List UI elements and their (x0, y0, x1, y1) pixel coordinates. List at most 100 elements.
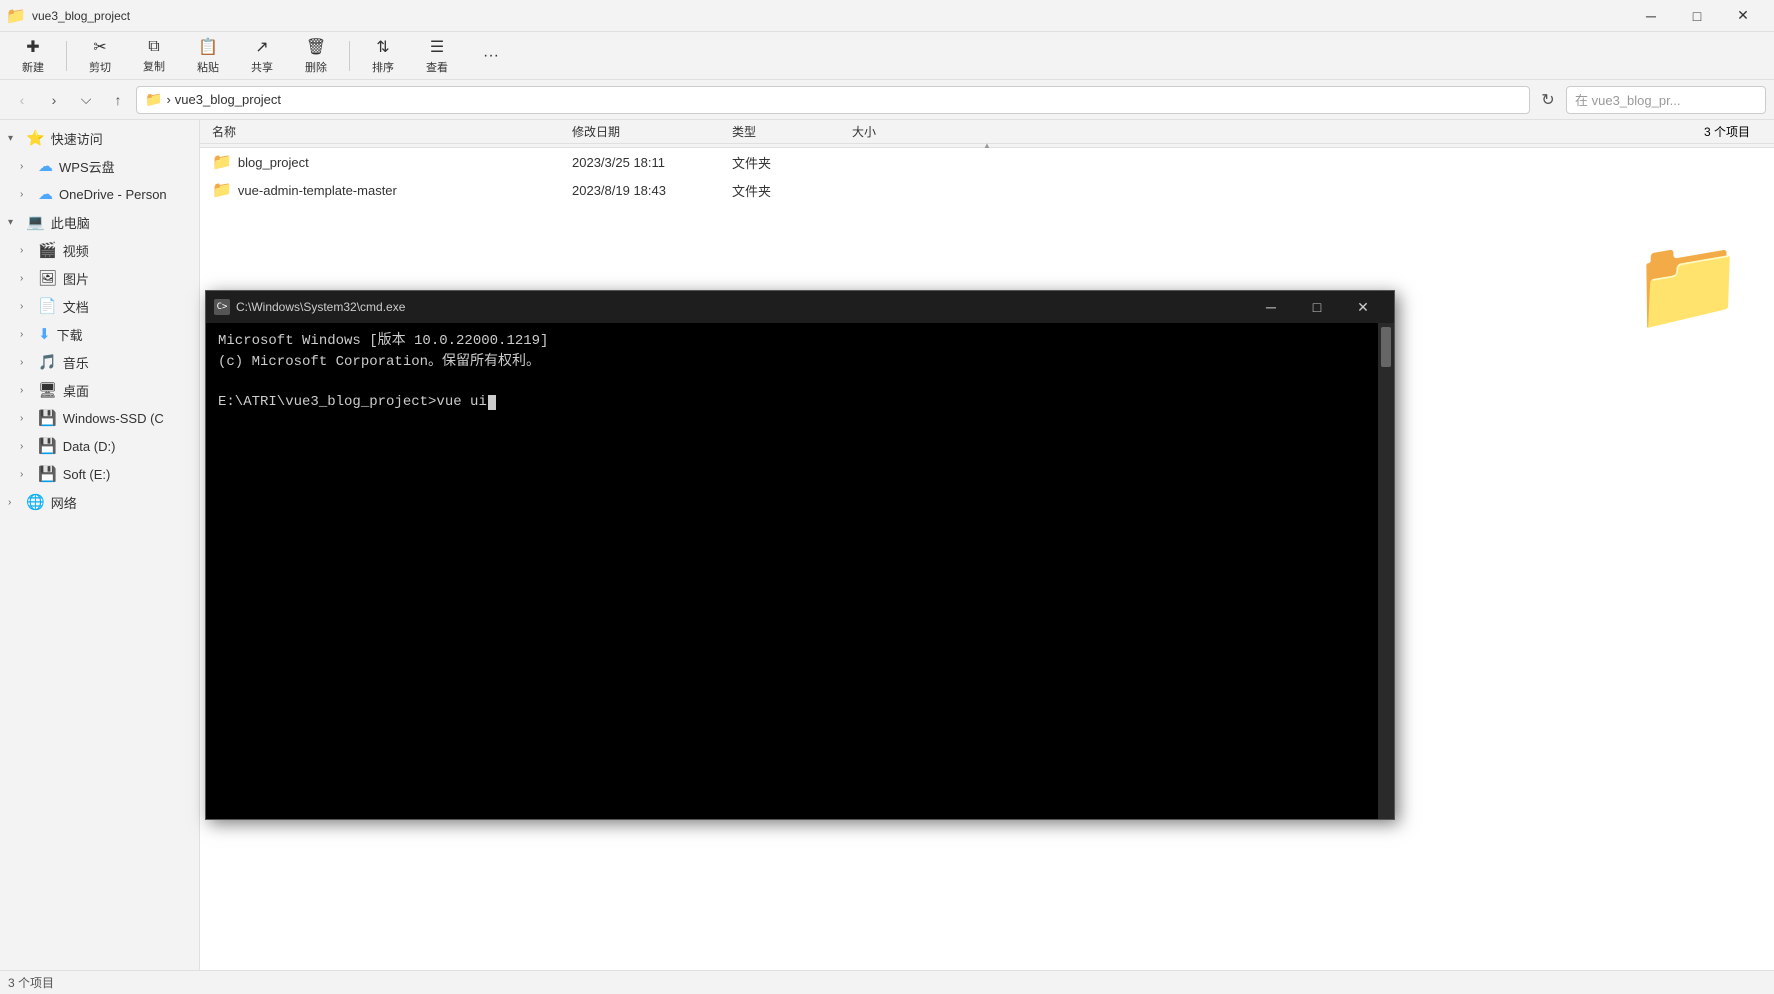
col-header-date[interactable]: 修改日期 (568, 123, 728, 140)
quick-access-icon: ⭐ (26, 129, 45, 147)
col-header-type[interactable]: 类型 (728, 123, 848, 140)
music-icon: 🎵 (38, 353, 57, 371)
delete-icon: 🗑 (306, 37, 326, 57)
file-date-blog: 2023/3/25 18:11 (568, 155, 728, 170)
title-bar: 📁 vue3_blog_project ─ □ ✕ (0, 0, 1774, 32)
share-button[interactable]: ↗ 共享 (237, 33, 287, 79)
up-button[interactable]: ↑ (104, 86, 132, 114)
close-button[interactable]: ✕ (1720, 0, 1766, 32)
cmd-body[interactable]: Microsoft Windows [版本 10.0.22000.1219] (… (206, 323, 1394, 819)
recent-button[interactable]: ⌵ (72, 86, 100, 114)
sidebar-item-data-d[interactable]: › 💾 Data (D:) (0, 432, 199, 460)
cut-icon: ✂ (93, 37, 106, 57)
sidebar-item-pictures[interactable]: › 🖼 图片 (0, 264, 199, 292)
chevron-right-icon11: › (20, 469, 32, 480)
chevron-right-icon6: › (20, 329, 32, 340)
maximize-button[interactable]: □ (1674, 0, 1720, 32)
search-placeholder: 在 vue3_blog_pr... (1575, 90, 1681, 109)
col-header-size[interactable]: 大小 (848, 123, 948, 140)
sidebar-label-wps: WPS云盘 (59, 157, 115, 176)
pictures-icon: 🖼 (38, 269, 57, 287)
col-header-name[interactable]: 名称 (208, 123, 568, 140)
sidebar-label-quick-access: 快速访问 (51, 129, 103, 148)
sidebar-label-desktop: 桌面 (63, 381, 89, 400)
sidebar-item-this-pc[interactable]: ▾ 💻 此电脑 (0, 208, 199, 236)
address-path[interactable]: 📁 › vue3_blog_project (136, 86, 1530, 114)
refresh-button[interactable]: ↻ (1534, 86, 1562, 114)
view-button[interactable]: ☰ 查看 (412, 33, 462, 79)
chevron-right-icon10: › (20, 441, 32, 452)
copy-label: 复制 (143, 58, 165, 74)
folder-preview: 📁 (1632, 240, 1744, 330)
new-icon: ✚ (26, 37, 39, 57)
sidebar-item-wps[interactable]: › ☁ WPS云盘 (0, 152, 199, 180)
folder-icon: 📁 (212, 152, 232, 172)
windows-ssd-icon: 💾 (38, 409, 57, 427)
cmd-prompt-text: E:\ATRI\vue3_blog_project>vue ui (218, 394, 487, 410)
chevron-down-icon: ▾ (8, 133, 20, 144)
view-icon: ☰ (430, 37, 444, 57)
status-bar: 3 个项目 (0, 970, 1774, 994)
sidebar-item-windows-ssd[interactable]: › 💾 Windows-SSD (C (0, 404, 199, 432)
sidebar-label-pictures: 图片 (63, 269, 89, 288)
file-type-blog: 文件夹 (728, 153, 848, 172)
this-pc-icon: 💻 (26, 213, 45, 231)
sort-button[interactable]: ⇅ 排序 (358, 33, 408, 79)
cmd-controls: ─ □ ✕ (1248, 291, 1386, 323)
sort-icon: ⇅ (376, 37, 389, 57)
sidebar-label-documents: 文档 (63, 297, 89, 316)
sidebar-item-soft-e[interactable]: › 💾 Soft (E:) (0, 460, 199, 488)
minimize-button[interactable]: ─ (1628, 0, 1674, 32)
paste-label: 粘贴 (197, 59, 219, 75)
chevron-down-icon2: ▾ (8, 217, 20, 228)
file-name-blog: 📁 blog_project (208, 152, 568, 172)
more-button[interactable]: ··· (466, 43, 516, 69)
sidebar-item-music[interactable]: › 🎵 音乐 (0, 348, 199, 376)
sidebar-item-onedrive[interactable]: › ☁ OneDrive - Person (0, 180, 199, 208)
sidebar-item-video[interactable]: › 🎬 视频 (0, 236, 199, 264)
toolbar-sep1 (66, 41, 67, 71)
sidebar-label-video: 视频 (63, 241, 89, 260)
delete-label: 删除 (305, 59, 327, 75)
desktop-icon: 🖥 (38, 381, 57, 399)
cut-label: 剪切 (89, 59, 111, 75)
chevron-right-icon5: › (20, 301, 32, 312)
documents-icon: 📄 (38, 297, 57, 315)
cmd-minimize-button[interactable]: ─ (1248, 291, 1294, 323)
chevron-right-icon7: › (20, 357, 32, 368)
back-button[interactable]: ‹ (8, 86, 36, 114)
new-label: 新建 (22, 59, 44, 75)
delete-button[interactable]: 🗑 删除 (291, 33, 341, 79)
forward-button[interactable]: › (40, 86, 68, 114)
folder-icon2: 📁 (212, 180, 232, 200)
sidebar-item-downloads[interactable]: › ⬇ 下载 (0, 320, 199, 348)
share-label: 共享 (251, 59, 273, 75)
search-box[interactable]: 在 vue3_blog_pr... (1566, 86, 1766, 114)
table-row[interactable]: 📁 blog_project 2023/3/25 18:11 文件夹 (200, 148, 1774, 176)
chevron-right-icon4: › (20, 273, 32, 284)
sidebar-item-documents[interactable]: › 📄 文档 (0, 292, 199, 320)
cut-button[interactable]: ✂ 剪切 (75, 33, 125, 79)
chevron-right-icon2: › (20, 189, 32, 200)
cmd-close-button[interactable]: ✕ (1340, 291, 1386, 323)
new-button[interactable]: ✚ 新建 (8, 33, 58, 79)
table-row[interactable]: 📁 vue-admin-template-master 2023/8/19 18… (200, 176, 1774, 204)
paste-icon: 📋 (198, 37, 218, 57)
cmd-maximize-button[interactable]: □ (1294, 291, 1340, 323)
cmd-icon: C> (214, 299, 230, 315)
paste-button[interactable]: 📋 粘贴 (183, 33, 233, 79)
cmd-cursor (488, 395, 496, 410)
large-folder-icon: 📁 (1632, 240, 1744, 330)
sidebar-label-soft-e: Soft (E:) (63, 467, 111, 482)
sidebar-item-quick-access[interactable]: ▾ ⭐ 快速访问 (0, 124, 199, 152)
sidebar-item-desktop[interactable]: › 🖥 桌面 (0, 376, 199, 404)
cmd-scrollbar[interactable] (1378, 323, 1394, 819)
window-title: vue3_blog_project (32, 9, 1628, 23)
sidebar-item-network[interactable]: › 🌐 网络 (0, 488, 199, 516)
sidebar-label-downloads: 下载 (57, 325, 83, 344)
status-text: 3 个项目 (8, 974, 54, 991)
cmd-scroll-thumb[interactable] (1381, 327, 1391, 367)
chevron-right-icon: › (20, 161, 32, 172)
cmd-title-bar: C> C:\Windows\System32\cmd.exe ─ □ ✕ (206, 291, 1394, 323)
copy-button[interactable]: ⧉ 复制 (129, 34, 179, 78)
